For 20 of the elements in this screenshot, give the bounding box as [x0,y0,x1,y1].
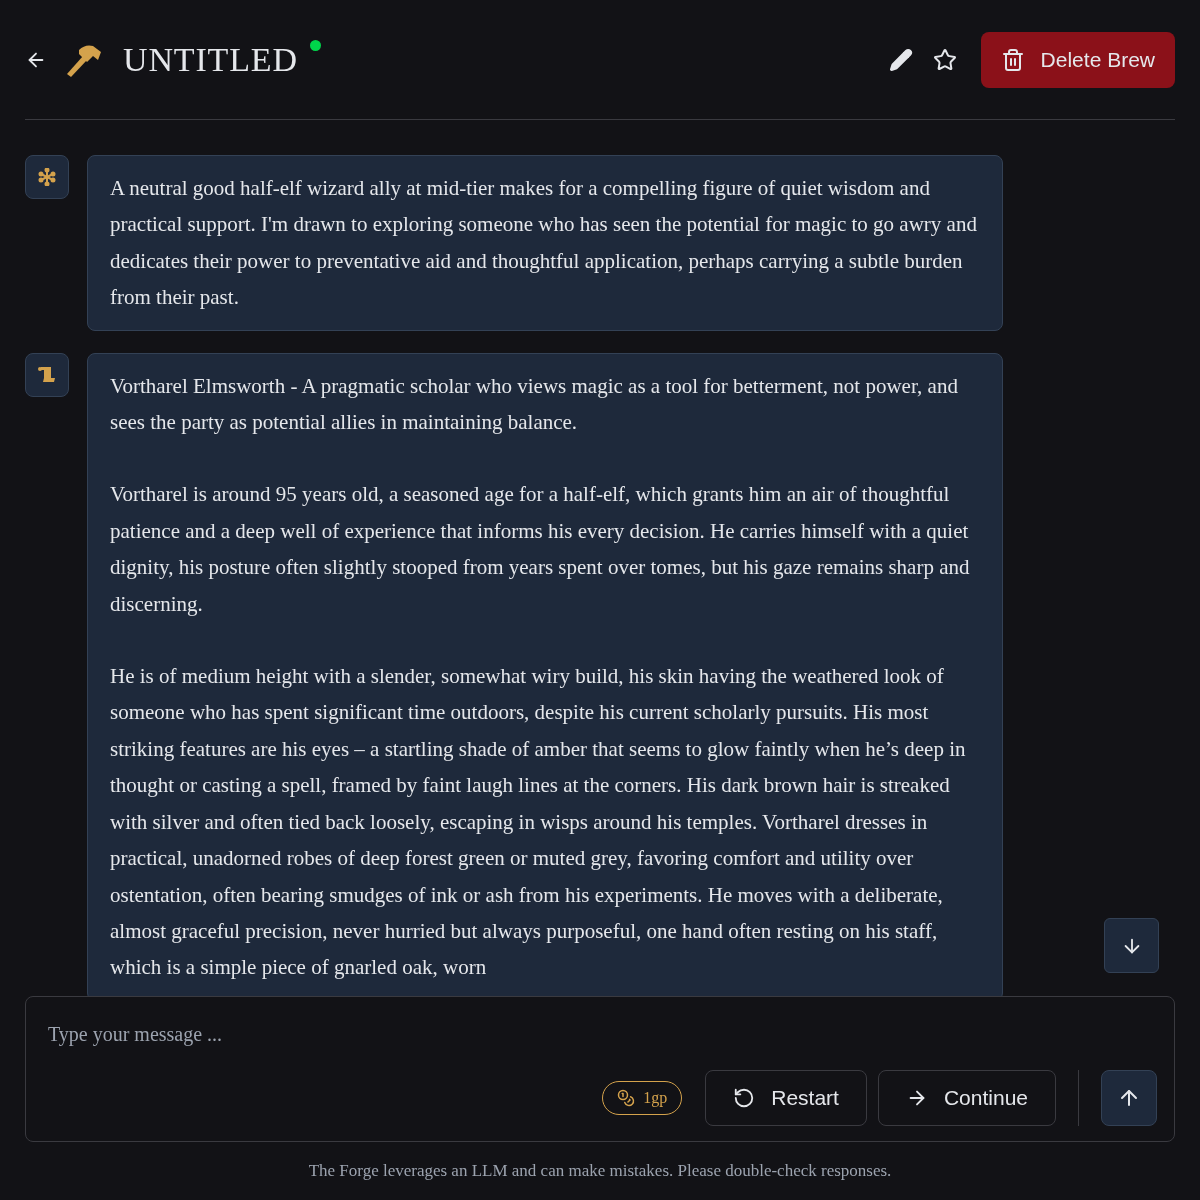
continue-button[interactable]: Continue [877,1070,1056,1126]
delete-button[interactable]: Delete Brew [980,31,1175,88]
sparkle-node-icon [38,168,56,186]
restart-button[interactable]: Restart [705,1070,867,1126]
message-paragraph: Vortharel is around 95 years old, a seasoned age for a half-elf, which grants him an air of thoughtful patience and a deep well of experience that informs his every decision. He carries himself with a quiet dignity, his posture often slightly stooped from years spent over tomes, but his gaze remains sharp and discerning. [110,481,971,618]
edit-button[interactable] [888,47,913,72]
message-paragraph: He is of medium height with a slender, somewhat wiry build, his skin having the weathered look of someone who has spent significant time outdoors, despite his current scholarly pursuits. His most striking features are his eyes – a startling shade of amber that seems to glow faintly when he’s deep in thought or casting a spell, framed by faint laugh lines at the corners. His dark brown hair is streaked with silver and often tied back loosely, escaping in wisps around his temples. Vortharel dresses in practical, unadorned robes of deep forest green or muted grey, favoring comfort and utility over ostentation, often bearing smudges of ink or ash from his experiments. He moves with a deliberate, almost graceful precision, never hurried but always purposeful, one hand often resting on his staff, which is a simple piece of gnarled oak, worn [110,663,967,982]
star-icon [932,47,957,72]
send-button[interactable] [1101,1070,1157,1126]
restart-icon [733,1087,756,1109]
favorite-button[interactable] [932,47,957,72]
disclaimer-text: The Forge leverages an LLM and can make mistakes. Please double-check responses. [307,1160,893,1183]
trash-icon [1000,47,1025,72]
coins-icon [617,1089,636,1107]
page-title: UNTITLED [123,40,298,80]
message-paragraph: A neutral good half-elf wizard ally at mid-tier makes for a compelling figure of quiet wisdom and practical support. I'm drawn to exploring someone who has seen the potential for magic to go awry and dedicates their power to preventative aid and thoughtful application, perhaps carrying a subtle burden from their past. [110,175,978,312]
scroll-down-button[interactable] [1104,918,1159,973]
message-input[interactable]: Type your message ... [48,1019,1152,1049]
message-paragraph: Vortharel Elmsworth - A pragmatic scholar who views magic as a tool for betterment, not power, and sees the party as potential allies in maintaining balance. [110,372,959,437]
pencil-icon [888,47,913,72]
